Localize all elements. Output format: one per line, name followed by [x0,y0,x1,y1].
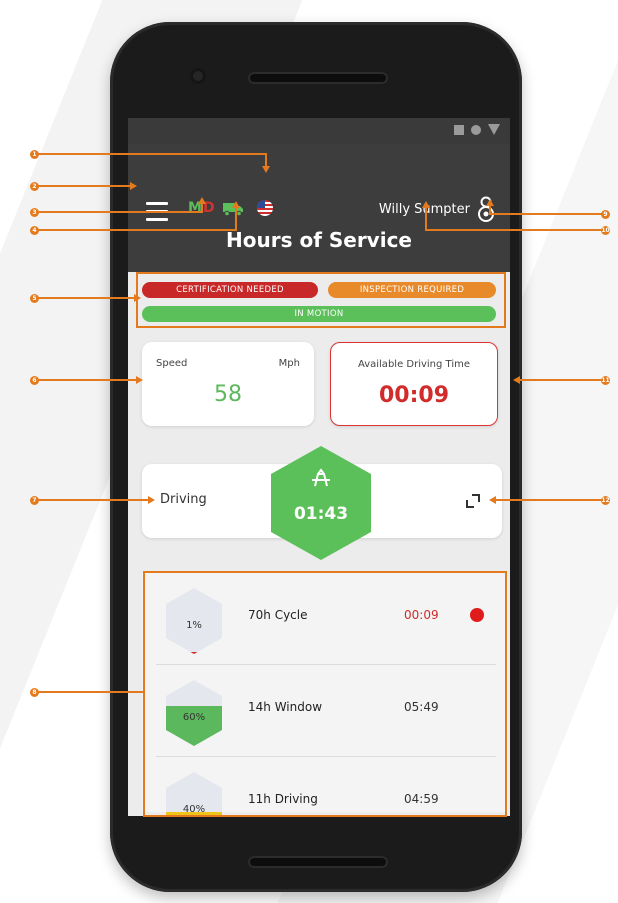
annotation-11: 11 [601,376,610,385]
annotation-9: 9 [601,210,610,219]
annotation-2: 2 [30,182,39,191]
annotation-5: 5 [30,294,39,303]
annotation-8: 8 [30,688,39,697]
annotation-1: 1 [30,150,39,159]
annotation-10: 10 [601,226,610,235]
annotation-7: 7 [30,496,39,505]
annotation-12: 12 [601,496,610,505]
annotation-6: 6 [30,376,39,385]
annotation-3: 3 [30,208,39,217]
annotation-4: 4 [30,226,39,235]
annotation-lines [36,153,606,693]
